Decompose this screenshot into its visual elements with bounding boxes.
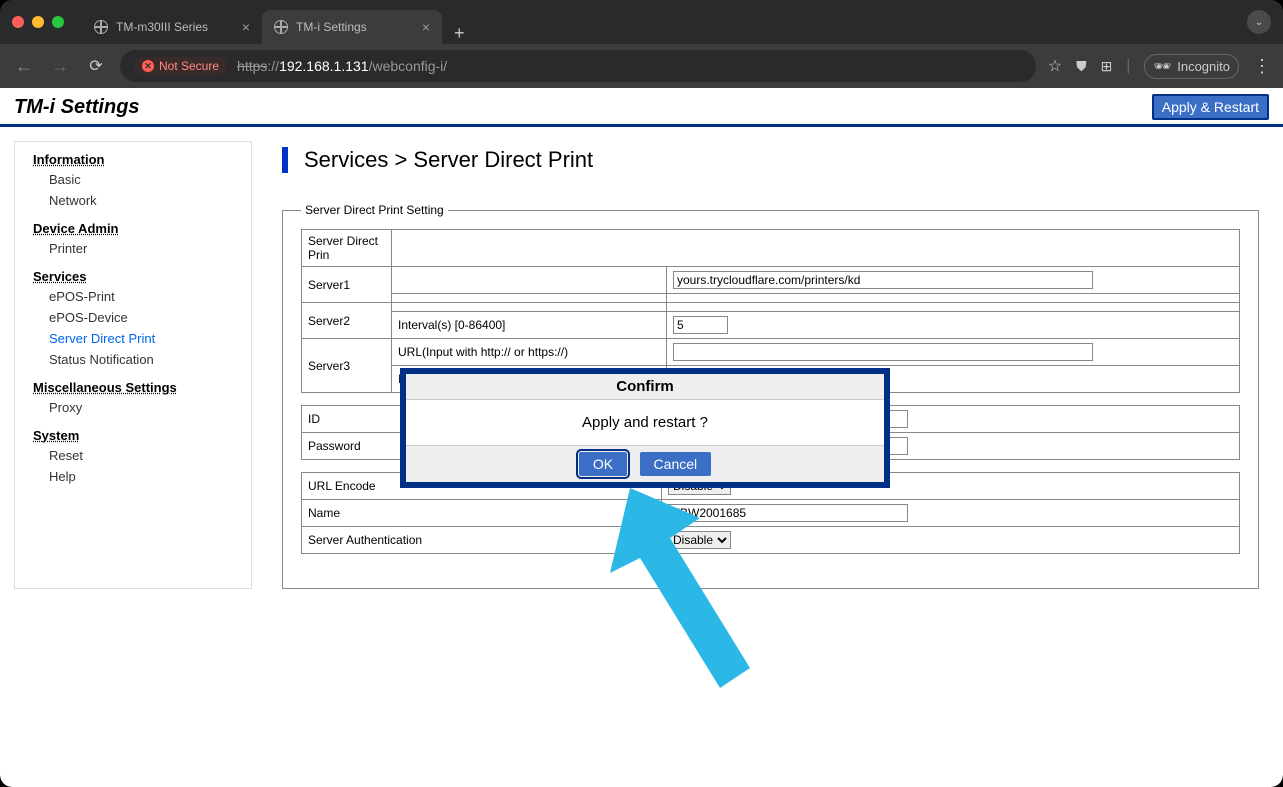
row-name: Name — [302, 500, 1240, 527]
row-server2-interval: Interval(s) [0-86400] — [302, 312, 1240, 339]
maximize-window-button[interactable] — [52, 16, 64, 28]
incognito-badge[interactable]: 🕶 Incognito — [1144, 54, 1239, 79]
dialog-title: Confirm — [406, 374, 884, 400]
close-window-button[interactable] — [12, 16, 24, 28]
globe-icon — [274, 20, 288, 34]
not-secure-badge[interactable]: ✕ Not Secure — [134, 57, 227, 75]
tab-tm-m30iii[interactable]: TM-m30III Series × — [82, 10, 262, 44]
ok-button[interactable]: OK — [579, 452, 627, 476]
fieldset-legend: Server Direct Print Setting — [301, 203, 448, 217]
server1-url-input[interactable] — [673, 271, 1093, 289]
sidebar-item-network[interactable]: Network — [33, 190, 233, 211]
sidebar-item-epos-device[interactable]: ePOS-Device — [33, 307, 233, 328]
label-sdp: Server Direct Prin — [302, 230, 392, 267]
tab-label: TM-i Settings — [296, 20, 367, 34]
sidebar-item-reset[interactable]: Reset — [33, 445, 233, 466]
new-tab-button[interactable]: + — [442, 23, 477, 44]
apply-restart-button[interactable]: Apply & Restart — [1152, 94, 1269, 120]
sidebar-item-status-notification[interactable]: Status Notification — [33, 349, 233, 370]
name-input[interactable] — [668, 504, 908, 522]
sidebar-item-proxy[interactable]: Proxy — [33, 397, 233, 418]
page-body: Information Basic Network Device Admin P… — [0, 127, 1283, 603]
row-server-auth: Server Authentication Disable — [302, 527, 1240, 554]
sidebar-group-device-admin: Device Admin — [33, 221, 233, 236]
tab-strip: TM-m30III Series × TM-i Settings × + — [82, 0, 477, 44]
confirm-dialog: Confirm Apply and restart ? OK Cancel — [400, 368, 890, 488]
row-server1-url: Server1 — [302, 267, 1240, 294]
sidebar-item-help[interactable]: Help — [33, 466, 233, 487]
label-server2: Server2 — [302, 303, 392, 339]
label-server1: Server1 — [302, 267, 392, 303]
label-name: Name — [302, 500, 662, 527]
page-content: TM-i Settings Apply & Restart Informatio… — [0, 88, 1283, 787]
server3-url-input[interactable] — [673, 343, 1093, 361]
label-server-auth: Server Authentication — [302, 527, 662, 554]
browser-toolbar: ← → ⟳ ✕ Not Secure https://192.168.1.131… — [0, 44, 1283, 88]
label-server3: Server3 — [302, 339, 392, 393]
browser-menu-icon[interactable]: ⋮ — [1253, 56, 1271, 77]
not-secure-text: Not Secure — [159, 59, 219, 73]
label-interval: Interval(s) [0-86400] — [392, 312, 667, 339]
sidebar-item-server-direct-print[interactable]: Server Direct Print — [33, 328, 233, 349]
row-server3-url: Server3 URL(Input with http:// or https:… — [302, 339, 1240, 366]
browser-window: TM-m30III Series × TM-i Settings × + ⌄ ←… — [0, 0, 1283, 787]
incognito-label: Incognito — [1177, 59, 1230, 74]
sidebar-group-services: Services — [33, 269, 233, 284]
page-title: TM-i Settings — [14, 96, 140, 119]
close-tab-icon[interactable]: × — [422, 19, 430, 35]
close-tab-icon[interactable]: × — [242, 19, 250, 35]
sidebar-group-system: System — [33, 428, 233, 443]
row-server1-interval — [302, 294, 1240, 303]
sidebar-group-information: Information — [33, 152, 233, 167]
browser-tab-bar: TM-m30III Series × TM-i Settings × + ⌄ — [0, 0, 1283, 44]
main-panel: Services > Server Direct Print Server Di… — [272, 141, 1269, 589]
label-url: URL(Input with http:// or https://) — [392, 339, 667, 366]
cancel-button[interactable]: Cancel — [640, 452, 712, 476]
minimize-window-button[interactable] — [32, 16, 44, 28]
row-sdp-enable: Server Direct Prin — [302, 230, 1240, 267]
toolbar-right: ☆ ⛊ ⊞ | 🕶 Incognito ⋮ — [1048, 54, 1271, 79]
sidebar-group-misc: Miscellaneous Settings — [33, 380, 233, 395]
tab-label: TM-m30III Series — [116, 20, 208, 34]
page-header: TM-i Settings Apply & Restart — [0, 88, 1283, 127]
dialog-message: Apply and restart ? — [406, 400, 884, 445]
address-bar[interactable]: ✕ Not Secure https://192.168.1.131/webco… — [120, 50, 1036, 82]
tab-tm-i-settings[interactable]: TM-i Settings × — [262, 10, 442, 44]
incognito-icon: 🕶 — [1153, 58, 1171, 75]
collapse-button[interactable]: ⌄ — [1247, 10, 1271, 34]
reload-button[interactable]: ⟳ — [84, 56, 108, 76]
server2-interval-input[interactable] — [673, 316, 728, 334]
traffic-lights — [12, 16, 64, 28]
extensions-icon[interactable]: ⊞ — [1101, 58, 1113, 75]
sidebar-item-printer[interactable]: Printer — [33, 238, 233, 259]
sidebar: Information Basic Network Device Admin P… — [14, 141, 252, 589]
dialog-footer: OK Cancel — [406, 445, 884, 482]
sidebar-item-epos-print[interactable]: ePOS-Print — [33, 286, 233, 307]
forward-button[interactable]: → — [48, 56, 72, 77]
url-text: https://192.168.1.131/webconfig-i/ — [237, 58, 447, 74]
back-button[interactable]: ← — [12, 56, 36, 77]
breadcrumb: Services > Server Direct Print — [282, 147, 1259, 173]
row-server2-url: Server2 — [302, 303, 1240, 312]
bookmark-icon[interactable]: ☆ — [1048, 56, 1062, 76]
globe-icon — [94, 20, 108, 34]
warning-icon: ✕ — [142, 60, 154, 72]
sidebar-item-basic[interactable]: Basic — [33, 169, 233, 190]
server-auth-select[interactable]: Disable — [668, 531, 731, 549]
shield-icon[interactable]: ⛊ — [1076, 58, 1087, 75]
